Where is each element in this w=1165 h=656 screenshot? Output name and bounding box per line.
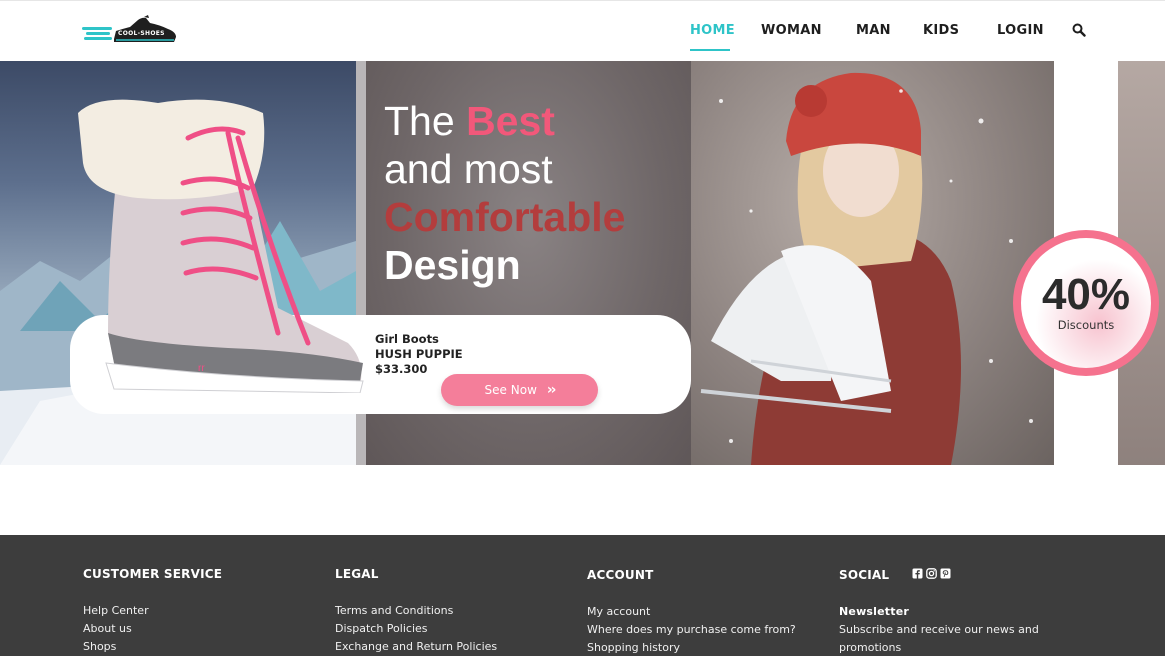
hero-banner: The Best and most Comfortable Design rr … [0,61,1165,465]
product-name: HUSH PUPPIE [375,347,463,361]
hero-headline: The Best and most Comfortable Design [384,97,625,289]
see-now-button[interactable]: See Now ›› [441,374,598,406]
logo-text: COOL-SHOES [118,30,165,37]
svg-text:rr: rr [198,363,205,374]
footer-heading-customer-service: CUSTOMER SERVICE [83,567,223,581]
girl-boot-image: rr [78,99,364,393]
nav-active-indicator [690,49,730,51]
pinterest-icon[interactable] [940,568,951,579]
see-now-label: See Now [484,383,537,397]
footer-link-my-account[interactable]: My account [587,605,650,618]
discount-label: Discounts [1057,318,1115,332]
footer-newsletter-title: Newsletter [839,605,910,618]
headline-and-most: and most [384,146,553,192]
instagram-icon[interactable] [926,568,937,579]
nav-login[interactable]: LOGIN [997,23,1044,38]
product-info: Girl Boots HUSH PUPPIE $33.300 [375,332,463,377]
facebook-icon[interactable] [912,568,923,579]
footer-link-purchase-origin[interactable]: Where does my purchase come from? [587,623,796,636]
product-category: Girl Boots [375,332,439,346]
footer-link-dispatch[interactable]: Dispatch Policies [335,622,428,635]
headline-comfortable: Comfortable [384,194,626,240]
girl-with-skates-image [700,72,1033,465]
footer-link-returns[interactable]: Exchange and Return Policies [335,640,497,653]
footer-newsletter-text-1: Subscribe and receive our news and [839,623,1039,636]
footer-link-shops[interactable]: Shops [83,640,116,653]
chevrons-right-icon: ›› [546,382,556,398]
footer-link-about-us[interactable]: About us [83,622,132,635]
footer-link-terms[interactable]: Terms and Conditions [335,604,453,617]
footer-newsletter-text-2: promotions [839,641,902,654]
discount-badge: 40% Discounts [1013,230,1159,376]
search-icon[interactable] [1072,23,1086,37]
headline-best: Best [466,98,555,144]
footer-link-shopping-history[interactable]: Shopping history [587,641,680,654]
footer-heading-legal: LEGAL [335,567,379,581]
site-footer: CUSTOMER SERVICE Help Center About us Sh… [0,535,1165,656]
hero-panel-girl [691,61,1054,465]
footer-link-help-center[interactable]: Help Center [83,604,149,617]
headline-design: Design [384,242,521,288]
brand-logo[interactable]: COOL-SHOES [82,13,182,47]
discount-value: 40% [1041,270,1131,319]
nav-home[interactable]: HOME [690,23,735,38]
nav-man[interactable]: MAN [856,23,891,38]
nav-woman[interactable]: WOMAN [761,23,822,38]
headline-the: The [384,98,455,144]
site-header: COOL-SHOES HOME WOMAN MAN KIDS LOGIN [0,0,1165,60]
footer-heading-account: ACCOUNT [587,568,654,582]
nav-kids[interactable]: KIDS [923,23,959,38]
discount-badge-inner: 40% Discounts [1021,238,1151,368]
footer-heading-social: SOCIAL [839,568,890,582]
